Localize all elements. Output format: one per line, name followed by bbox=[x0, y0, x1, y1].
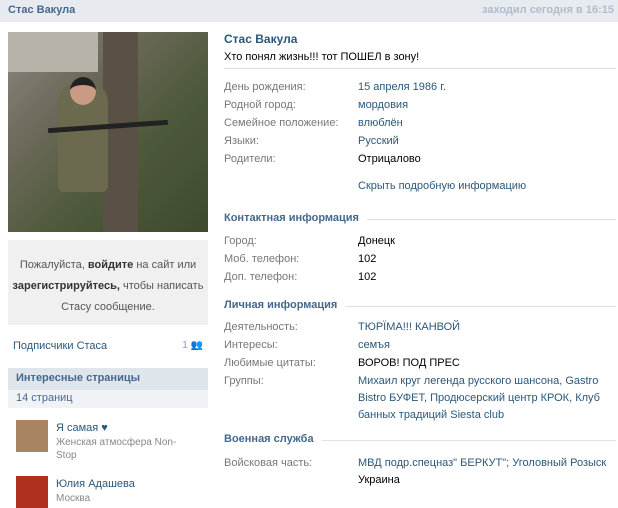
login-prompt: Пожалуйста, войдите на сайт или зарегист… bbox=[8, 240, 208, 325]
subscribers-link[interactable]: Подписчики Стаса 1 👥 bbox=[13, 340, 203, 352]
info-label: Войсковая часть: bbox=[224, 457, 313, 469]
info-value[interactable]: Михаил круг легенда русского шансона, Ga… bbox=[358, 373, 616, 424]
info-label: Родной город: bbox=[224, 99, 296, 111]
info-value-country: Украина bbox=[358, 474, 400, 486]
info-label: Интересы: bbox=[224, 339, 278, 351]
info-value[interactable]: 15 апреля 1986 г. bbox=[358, 79, 616, 96]
info-value: Донецк bbox=[358, 235, 395, 247]
register-link[interactable]: зарегистрируйтесь, bbox=[13, 280, 120, 292]
info-value[interactable]: ТЮРЇМА!!! КАНВОЙ bbox=[358, 319, 616, 336]
info-label: Деятельность: bbox=[224, 321, 298, 333]
info-label: Любимые цитаты: bbox=[224, 357, 316, 369]
info-label: Родители: bbox=[224, 153, 276, 165]
info-label: Доп. телефон: bbox=[224, 271, 298, 283]
info-value: 102 bbox=[358, 253, 377, 265]
page-desc: Женская атмосфера Non-Stop bbox=[56, 437, 177, 461]
section-military: Военная служба bbox=[224, 433, 616, 447]
interesting-pages-count[interactable]: 14 страниц bbox=[8, 390, 208, 408]
info-label: Языки: bbox=[224, 135, 259, 147]
subscribers-count: 1 👥 bbox=[182, 340, 203, 351]
section-contact: Контактная информация bbox=[224, 212, 616, 226]
info-label: День рождения: bbox=[224, 81, 306, 93]
profile-status: Хто понял жизнь!!! тот ПОШЕЛ в зону! bbox=[224, 51, 420, 63]
info-value[interactable]: МВД подр.спецназ" БЕРКУТ"; Уголовный Роз… bbox=[358, 457, 606, 469]
page-name[interactable]: Юлия Адашева bbox=[56, 478, 135, 490]
info-value[interactable]: семъя bbox=[358, 337, 616, 354]
info-value[interactable]: влюблён bbox=[358, 115, 616, 132]
header-title[interactable]: Стас Вакула bbox=[8, 4, 75, 16]
people-icon: 👥 bbox=[190, 340, 203, 351]
info-value[interactable]: мордовия bbox=[358, 97, 616, 114]
info-value[interactable]: Русский bbox=[358, 133, 616, 150]
login-link[interactable]: войдите bbox=[88, 259, 133, 271]
page-header: Стас Вакула заходил сегодня в 16:15 bbox=[0, 0, 618, 22]
prompt-text: на сайт или bbox=[133, 259, 197, 271]
divider bbox=[224, 68, 616, 69]
info-label: Моб. телефон: bbox=[224, 253, 300, 265]
prompt-text: Пожалуйста, bbox=[19, 259, 88, 271]
profile-photo[interactable] bbox=[8, 32, 208, 232]
info-value: 102 bbox=[358, 271, 377, 283]
section-personal: Личная информация bbox=[224, 299, 616, 313]
page-name[interactable]: Я самая ♥ bbox=[56, 422, 108, 434]
interesting-pages-header[interactable]: Интересные страницы bbox=[8, 368, 208, 390]
info-label: Группы: bbox=[224, 375, 264, 387]
hide-details-link[interactable]: Скрыть подробную информацию bbox=[358, 180, 526, 192]
subscribers-label: Подписчики Стаса bbox=[13, 340, 108, 352]
last-seen: заходил сегодня в 16:15 bbox=[482, 4, 614, 16]
page-avatar[interactable] bbox=[16, 476, 48, 508]
info-value: Отрицалово bbox=[358, 153, 421, 165]
info-label: Семейное положение: bbox=[224, 117, 339, 129]
info-value: ВОРОВ! ПОД ПРЕС bbox=[358, 357, 460, 369]
info-label: Город: bbox=[224, 235, 257, 247]
page-avatar[interactable] bbox=[16, 420, 48, 452]
profile-name: Стас Вакула bbox=[224, 32, 298, 46]
